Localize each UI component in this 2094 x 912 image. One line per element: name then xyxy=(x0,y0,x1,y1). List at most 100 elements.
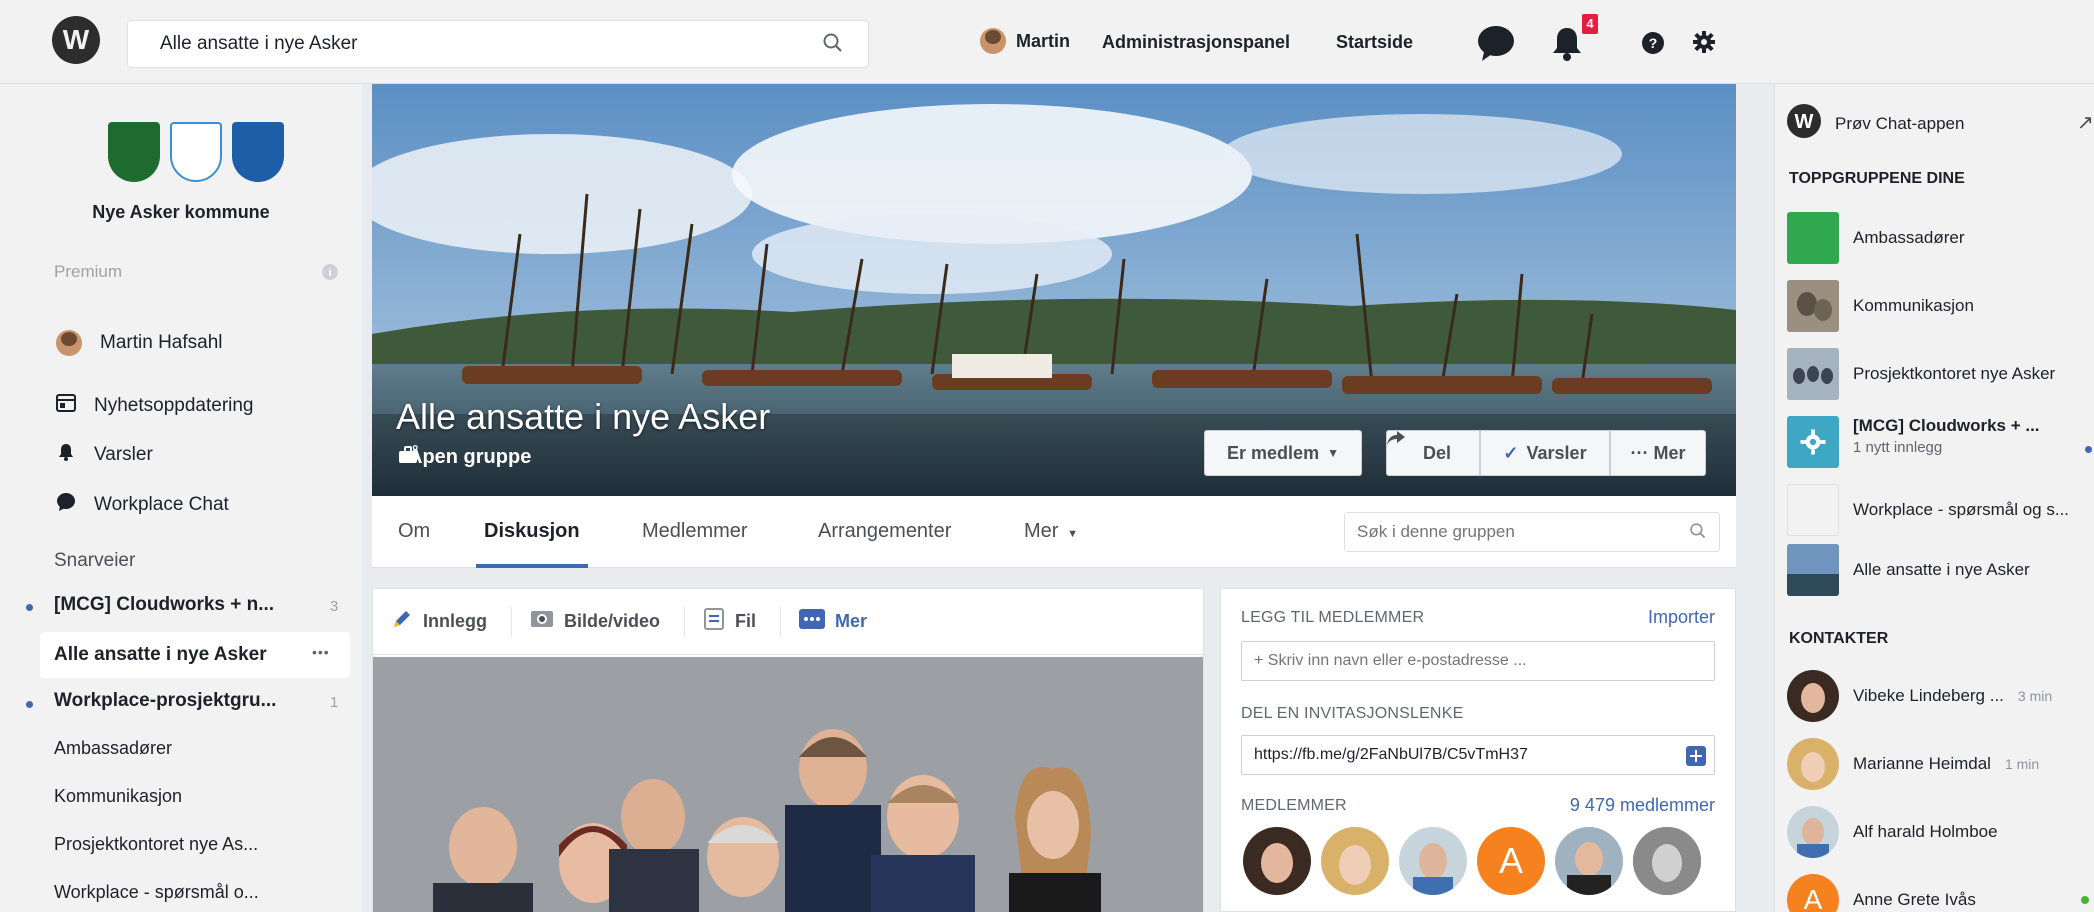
top-group-text: [MCG] Cloudworks + ... 1 nytt innlegg xyxy=(1853,416,2040,456)
top-group-item[interactable]: Prosjektkontoret nye Asker xyxy=(1787,348,2055,400)
member-avatar-initial[interactable]: A xyxy=(1477,827,1545,895)
tab-members[interactable]: Medlemmer xyxy=(642,520,748,543)
top-group-name: Kommunikasjon xyxy=(1853,296,1974,315)
top-group-name: [MCG] Cloudworks + ... xyxy=(1853,416,2040,435)
svg-text:i: i xyxy=(328,267,331,279)
search-icon[interactable] xyxy=(822,32,844,59)
sidebar-item-chat[interactable]: Workplace Chat xyxy=(56,492,229,518)
contact-item[interactable]: Marianne Heimdal 1 min xyxy=(1787,738,2039,790)
group-search-input[interactable] xyxy=(1345,513,1675,551)
top-group-item[interactable]: Ambassadører xyxy=(1787,212,1964,264)
add-members-card: LEGG TIL MEDLEMMER Importer DEL EN INVIT… xyxy=(1220,588,1736,912)
more-button[interactable]: ··· Mer xyxy=(1610,430,1706,476)
tab-more[interactable]: Mer ▼ xyxy=(1024,520,1078,543)
search-box[interactable] xyxy=(127,20,869,68)
settings-gear-icon[interactable] xyxy=(1692,30,1716,54)
search-input[interactable] xyxy=(128,21,788,67)
profile-link[interactable]: Martin xyxy=(980,28,1070,54)
composer-tab-post[interactable]: Innlegg xyxy=(391,606,512,637)
svg-text:W: W xyxy=(1795,111,1814,133)
invite-link-input[interactable] xyxy=(1242,736,1682,774)
profile-name: Martin Hafsahl xyxy=(100,332,223,353)
sidebar-group-kommunikasjon[interactable]: Kommunikasjon xyxy=(54,786,182,807)
composer-tab-file[interactable]: Fil xyxy=(703,606,782,637)
premium-label: Premium xyxy=(54,262,123,281)
top-group-name: Prosjektkontoret nye Asker xyxy=(1853,364,2056,383)
contact-item[interactable]: Vibeke Lindeberg ... 3 min xyxy=(1787,670,2052,722)
top-group-item[interactable]: Workplace - spørsmål og s... xyxy=(1787,484,2069,536)
contacts-heading: KONTAKTER xyxy=(1789,630,1889,647)
sidebar-item-label: Workplace Chat xyxy=(94,494,229,515)
tab-discussion[interactable]: Diskusjon xyxy=(484,520,580,543)
add-member-field[interactable] xyxy=(1241,641,1715,681)
search-icon[interactable] xyxy=(1689,522,1707,540)
group-thumbnail xyxy=(1787,348,1839,400)
contact-avatar xyxy=(1787,806,1839,858)
top-group-item[interactable]: Kommunikasjon xyxy=(1787,280,1974,332)
share-button[interactable]: Del xyxy=(1386,430,1480,476)
member-avatar[interactable] xyxy=(1555,827,1623,895)
share-label: Del xyxy=(1422,442,1451,463)
tab-about[interactable]: Om xyxy=(398,520,430,543)
external-arrow-icon[interactable]: ↗ xyxy=(2077,110,2094,135)
sidebar-item-notifications[interactable]: Varsler xyxy=(56,442,153,468)
invite-link-field[interactable] xyxy=(1241,735,1715,775)
sidebar-group-workplace-sporsmal[interactable]: Workplace - spørsmål o... xyxy=(54,882,259,903)
admin-panel-link[interactable]: Administrasjonspanel xyxy=(1102,32,1290,53)
member-avatar[interactable] xyxy=(1633,827,1701,895)
sidebar-group-ambassadorer[interactable]: Ambassadører xyxy=(54,738,172,759)
workplace-logo-icon[interactable]: W xyxy=(52,16,100,64)
info-icon[interactable]: i xyxy=(322,264,338,280)
import-link[interactable]: Importer xyxy=(1648,607,1715,628)
sidebar-group-alle-ansatte[interactable]: Alle ansatte i nye Asker xyxy=(54,644,267,666)
add-member-input[interactable] xyxy=(1242,642,1682,680)
notifications-icon[interactable] xyxy=(1550,26,1584,62)
contact-item[interactable]: Alf harald Holmboe xyxy=(1787,806,1998,858)
copy-link-icon[interactable] xyxy=(1686,746,1706,766)
top-group-item[interactable]: [MCG] Cloudworks + ... 1 nytt innlegg xyxy=(1787,416,2040,468)
contact-item[interactable]: A Anne Grete Ivås xyxy=(1787,874,1976,912)
member-avatar[interactable] xyxy=(1399,827,1467,895)
group-more-button[interactable]: ••• xyxy=(312,644,330,660)
composer-tab-label: Fil xyxy=(735,611,757,631)
tab-events[interactable]: Arrangementer xyxy=(818,520,951,543)
avatar xyxy=(56,330,82,356)
org-shield-logo-3 xyxy=(232,122,284,182)
sidebar-item-newsfeed[interactable]: Nyhetsoppdatering xyxy=(56,394,254,418)
svg-text:?: ? xyxy=(1649,35,1658,51)
invite-link-heading: DEL EN INVITASJONSLENKE xyxy=(1241,705,1464,722)
member-avatar[interactable] xyxy=(1321,827,1389,895)
more-label: ··· Mer xyxy=(1630,442,1686,463)
member-avatar[interactable] xyxy=(1243,827,1311,895)
top-group-name: Workplace - spørsmål og s... xyxy=(1853,500,2070,519)
workplace-chat-icon: W xyxy=(1787,104,1821,143)
unread-dot xyxy=(26,701,33,708)
contact-name: Anne Grete Ivås xyxy=(1853,890,1976,909)
profile-link[interactable]: Martin Hafsahl xyxy=(56,330,223,356)
group-thumbnail xyxy=(1787,484,1839,536)
composer-tab-label: Bilde/video xyxy=(564,611,661,631)
help-icon[interactable]: ? xyxy=(1642,32,1664,54)
member-count-link[interactable]: 9 479 medlemmer xyxy=(1570,795,1715,816)
sidebar-group-mcg[interactable]: [MCG] Cloudworks + n... xyxy=(54,594,274,616)
group-thumbnail xyxy=(1787,280,1839,332)
composer-tab-more[interactable]: Mer xyxy=(799,607,891,637)
home-link[interactable]: Startside xyxy=(1336,32,1413,53)
notifications-button[interactable]: ✓ Varsler xyxy=(1480,430,1610,476)
composer-tab-photo[interactable]: Bilde/video xyxy=(530,606,686,637)
org-shield-logo-2 xyxy=(170,122,222,182)
newsfeed-icon xyxy=(56,394,76,418)
avatar xyxy=(980,28,1006,54)
chat-icon xyxy=(56,492,76,518)
sidebar-group-prosjektkontoret[interactable]: Prosjektkontoret nye As... xyxy=(54,834,258,855)
membership-button[interactable]: Er medlem ▼ xyxy=(1204,430,1362,476)
group-search[interactable] xyxy=(1344,512,1720,552)
composer-tab-label: Mer xyxy=(835,611,868,631)
top-group-item[interactable]: Alle ansatte i nye Asker xyxy=(1787,544,2030,596)
chat-app-promo[interactable]: W Prøv Chat-appen xyxy=(1787,104,1964,143)
contact-name: Vibeke Lindeberg ... xyxy=(1853,686,2004,705)
chat-icon[interactable] xyxy=(1476,24,1516,62)
composer-tabs: Innlegg Bilde/video Fil Mer xyxy=(373,589,1203,655)
notification-badge: 4 xyxy=(1582,14,1598,34)
sidebar-group-workplace-prosjekt[interactable]: Workplace-prosjektgru... xyxy=(54,690,276,712)
